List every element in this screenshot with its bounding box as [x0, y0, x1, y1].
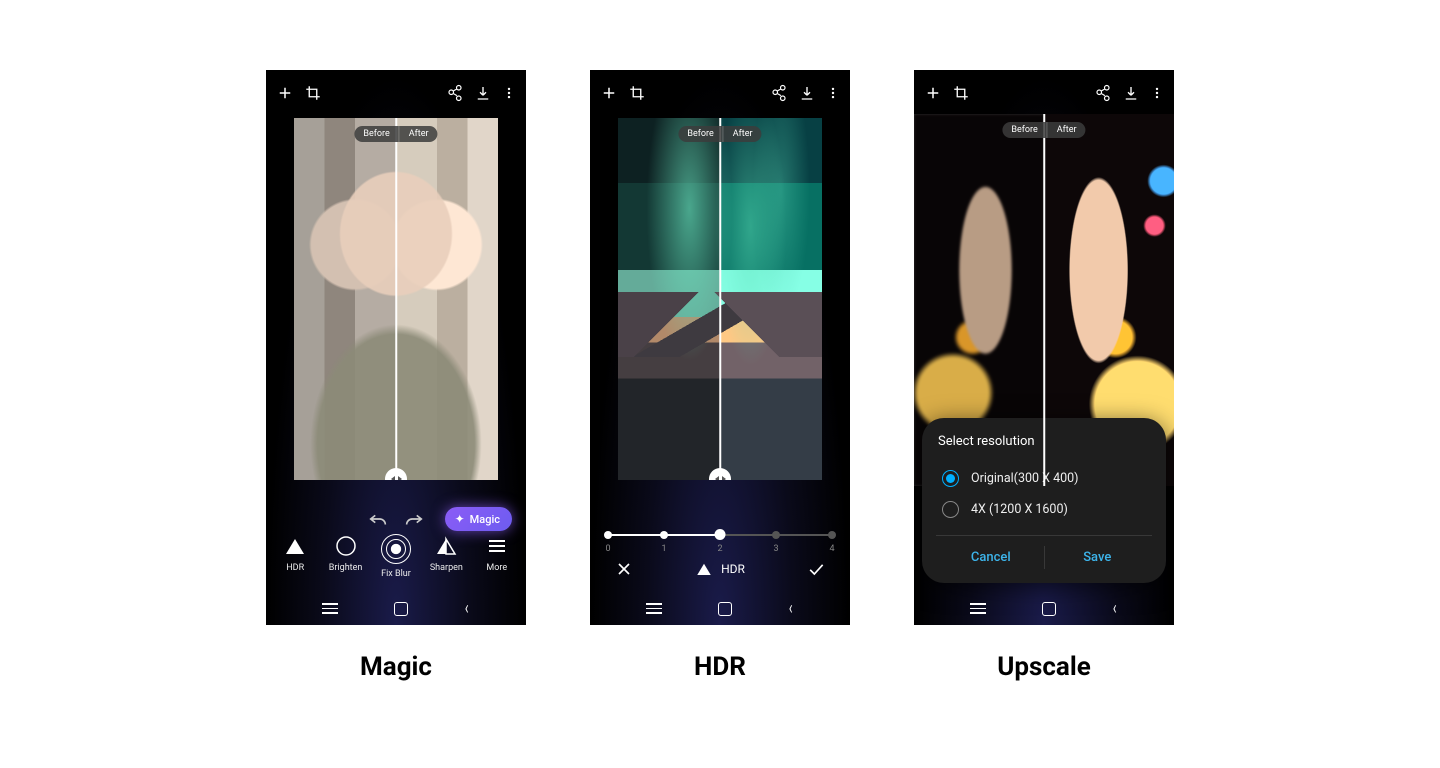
after-label: After — [400, 126, 438, 142]
after-label: After — [1048, 122, 1086, 138]
nav-home-icon[interactable] — [1042, 602, 1056, 616]
top-toolbar — [590, 78, 850, 108]
tool-label: Sharpen — [430, 563, 463, 573]
dialog-actions: Cancel Save — [938, 542, 1150, 573]
nav-back-icon[interactable]: ‹ — [1113, 598, 1117, 619]
add-icon[interactable] — [276, 84, 294, 102]
slider-thumb[interactable] — [715, 529, 726, 540]
slider-tick[interactable] — [828, 531, 836, 539]
hamburger-icon — [485, 534, 509, 558]
hdr-action-row: HDR — [590, 559, 850, 579]
download-icon[interactable] — [1122, 84, 1140, 102]
phone-hdr: Before After 0 1 2 3 4 HDR — [590, 70, 850, 625]
cancel-button[interactable]: Cancel — [938, 542, 1044, 573]
caption-hdr: HDR — [590, 652, 850, 682]
nav-back-icon[interactable]: ‹ — [789, 598, 793, 619]
phone-magic: Before After ✦ Magic HDR Brighten — [266, 70, 526, 625]
system-navbar: ‹ — [914, 598, 1174, 619]
after-label: After — [724, 126, 762, 142]
tool-sharpen[interactable]: Sharpen — [422, 534, 470, 579]
tool-hdr[interactable]: HDR — [271, 534, 319, 579]
magic-button[interactable]: ✦ Magic — [445, 507, 512, 531]
system-navbar: ‹ — [590, 598, 850, 619]
phone-upscale: Before After Select resolution Original(… — [914, 70, 1174, 625]
slider-tick-label: 0 — [605, 544, 610, 554]
slider-tick-label: 4 — [829, 544, 834, 554]
hdr-icon — [695, 560, 713, 578]
before-after-pill: Before After — [1002, 122, 1085, 138]
radio-label: Original(300 X 400) — [971, 471, 1079, 486]
brighten-icon — [334, 534, 358, 558]
hdr-icon — [283, 534, 307, 558]
nav-home-icon[interactable] — [718, 602, 732, 616]
share-icon[interactable] — [770, 84, 788, 102]
confirm-icon[interactable] — [806, 559, 826, 579]
nav-recents-icon[interactable] — [646, 603, 662, 614]
magic-button-label: Magic — [470, 513, 500, 526]
radio-icon — [942, 501, 959, 518]
nav-recents-icon[interactable] — [970, 603, 986, 614]
download-icon[interactable] — [798, 84, 816, 102]
slider-tick[interactable] — [660, 531, 668, 539]
slider-tick-label: 1 — [661, 544, 666, 554]
photo-compare-area[interactable]: Before After — [294, 118, 498, 480]
crop-icon[interactable] — [628, 84, 646, 102]
radio-option-4x[interactable]: 4X (1200 X 1600) — [938, 494, 1150, 525]
tool-brighten[interactable]: Brighten — [322, 534, 370, 579]
hdr-label: HDR — [721, 562, 745, 576]
hdr-slider[interactable]: 0 1 2 3 4 — [608, 524, 832, 564]
sparkle-icon: ✦ — [455, 512, 465, 526]
share-icon[interactable] — [446, 84, 464, 102]
sharpen-icon — [434, 534, 458, 558]
nav-back-icon[interactable]: ‹ — [465, 598, 469, 619]
caption-magic: Magic — [266, 652, 526, 682]
captions-row: Magic HDR Upscale — [0, 652, 1440, 682]
tool-label: More — [486, 563, 507, 573]
tool-fixblur[interactable]: Fix Blur — [372, 534, 420, 579]
cancel-icon[interactable] — [614, 559, 634, 579]
tool-row: HDR Brighten Fix Blur Sharpen More — [266, 534, 526, 579]
add-icon[interactable] — [924, 84, 942, 102]
hdr-mode-indicator: HDR — [695, 560, 745, 578]
system-navbar: ‹ — [266, 598, 526, 619]
dialog-divider — [936, 535, 1152, 536]
tool-label: HDR — [286, 563, 304, 573]
before-after-pill: Before After — [678, 126, 761, 142]
add-icon[interactable] — [600, 84, 618, 102]
photo-compare-area[interactable]: Before After — [618, 118, 822, 480]
before-label: Before — [678, 126, 722, 142]
tool-label: Fix Blur — [381, 569, 411, 579]
nav-recents-icon[interactable] — [322, 603, 338, 614]
caption-upscale: Upscale — [914, 652, 1174, 682]
more-menu-icon[interactable] — [1150, 84, 1164, 102]
compare-divider — [719, 118, 721, 480]
top-toolbar — [914, 78, 1174, 108]
more-menu-icon[interactable] — [826, 84, 840, 102]
save-button[interactable]: Save — [1045, 542, 1151, 573]
slider-tick-label: 3 — [773, 544, 778, 554]
top-toolbar — [266, 78, 526, 108]
before-label: Before — [1002, 122, 1046, 138]
fixblur-icon — [381, 534, 411, 564]
download-icon[interactable] — [474, 84, 492, 102]
nav-home-icon[interactable] — [394, 602, 408, 616]
slider-tick[interactable] — [604, 531, 612, 539]
crop-icon[interactable] — [952, 84, 970, 102]
before-after-pill: Before After — [354, 126, 437, 142]
share-icon[interactable] — [1094, 84, 1112, 102]
undo-redo-row: ✦ Magic — [266, 508, 526, 530]
redo-icon[interactable] — [403, 508, 425, 530]
compare-divider — [395, 118, 397, 480]
undo-icon[interactable] — [367, 508, 389, 530]
before-label: Before — [354, 126, 398, 142]
crop-icon[interactable] — [304, 84, 322, 102]
radio-label: 4X (1200 X 1600) — [971, 502, 1068, 517]
more-menu-icon[interactable] — [502, 84, 516, 102]
radio-icon — [942, 470, 959, 487]
compare-divider — [1043, 114, 1045, 486]
slider-tick[interactable] — [772, 531, 780, 539]
tool-more[interactable]: More — [473, 534, 521, 579]
tool-label: Brighten — [329, 563, 363, 573]
slider-tick-label: 2 — [717, 544, 722, 554]
